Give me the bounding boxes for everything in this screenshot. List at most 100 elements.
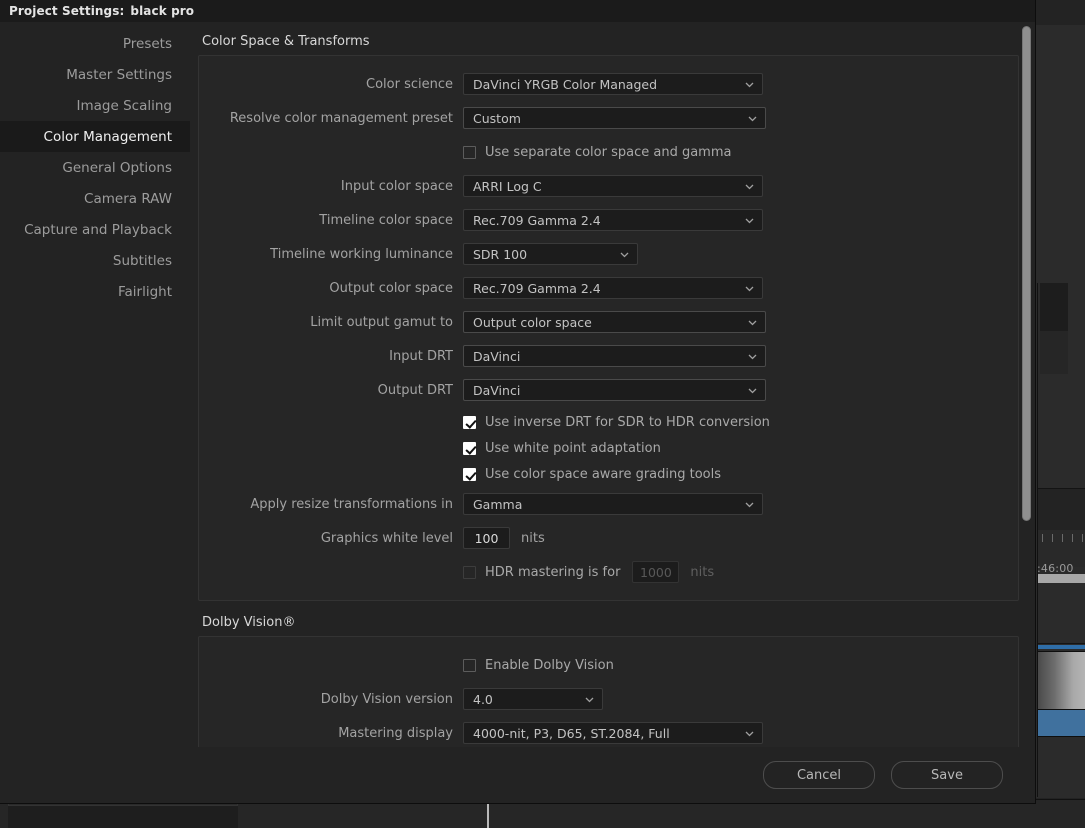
- background-cell-b: [1068, 283, 1085, 332]
- label-output-drt: Output DRT: [377, 382, 453, 398]
- settings-sidebar: Presets Master Settings Image Scaling Co…: [0, 22, 190, 747]
- dropdown-output-color-space[interactable]: Rec.709 Gamma 2.4: [463, 277, 763, 299]
- dropdown-color-science[interactable]: DaVinci YRGB Color Managed: [463, 73, 763, 95]
- sidebar-item-master-settings[interactable]: Master Settings: [0, 59, 190, 90]
- checkbox-use-white-point-adaptation[interactable]: [463, 442, 476, 455]
- chevron-down-icon: [747, 317, 758, 328]
- checkbox-hdr-mastering-is-for[interactable]: [463, 565, 476, 579]
- label-use-inverse-drt: Use inverse DRT for SDR to HDR conversio…: [485, 415, 770, 430]
- section-title-dolby-vision: Dolby Vision®: [202, 615, 296, 630]
- sidebar-item-color-management[interactable]: Color Management: [0, 121, 190, 152]
- unit-graphics-white-level: nits: [521, 530, 545, 546]
- checkbox-use-color-space-aware-grading-tools[interactable]: [463, 468, 476, 481]
- chevron-down-icon: [744, 215, 755, 226]
- sidebar-item-subtitles[interactable]: Subtitles: [0, 245, 190, 276]
- row-cs-aware-grading-tools: Use color space aware grading tools: [199, 462, 1018, 487]
- checkbox-use-separate-color-space-and-gamma[interactable]: [463, 145, 476, 159]
- chevron-down-icon: [744, 181, 755, 192]
- dropdown-limit-output-gamut[interactable]: Output color space: [463, 311, 766, 333]
- dropdown-timeline-color-space-value: Rec.709 Gamma 2.4: [473, 212, 601, 228]
- panel-color-space-transforms: Color science DaVinci YRGB Color Managed…: [198, 55, 1019, 601]
- row-enable-dolby-vision: Enable Dolby Vision: [199, 651, 1018, 679]
- sidebar-item-label: Master Settings: [66, 66, 172, 83]
- dropdown-apply-resize-transformations[interactable]: Gamma: [463, 493, 763, 515]
- label-mastering-display: Mastering display: [338, 725, 453, 741]
- row-input-color-space: Input color space ARRI Log C: [199, 172, 1018, 200]
- timeline-track-lower: [1038, 737, 1085, 797]
- dialog-project-name: black pro: [130, 4, 195, 18]
- dropdown-mastering-display-value: 4000-nit, P3, D65, ST.2084, Full: [473, 725, 670, 741]
- sidebar-item-capture-and-playback[interactable]: Capture and Playback: [0, 214, 190, 245]
- scrollbar-thumb[interactable]: [1022, 26, 1031, 521]
- label-enable-dolby-vision: Enable Dolby Vision: [485, 657, 614, 673]
- sidebar-item-label: General Options: [62, 159, 172, 176]
- sidebar-item-label: Camera RAW: [84, 190, 172, 207]
- row-apply-resize-transformations: Apply resize transformations in Gamma: [199, 490, 1018, 518]
- dropdown-output-color-space-value: Rec.709 Gamma 2.4: [473, 280, 601, 296]
- checkbox-enable-dolby-vision[interactable]: [463, 658, 476, 672]
- sidebar-item-label: Fairlight: [117, 283, 172, 300]
- dropdown-output-drt-value: DaVinci: [473, 382, 521, 398]
- sidebar-item-label: Subtitles: [112, 252, 172, 269]
- sidebar-item-presets[interactable]: Presets: [0, 28, 190, 59]
- settings-scroll-area: Color Space & Transforms Color science D…: [190, 22, 1035, 747]
- timeline-track-upper: [1038, 583, 1085, 644]
- label-rcm-preset: Resolve color management preset: [229, 110, 453, 126]
- chevron-down-icon: [747, 351, 758, 362]
- row-output-color-space: Output color space Rec.709 Gamma 2.4: [199, 274, 1018, 302]
- dialog-footer: Cancel Save: [0, 747, 1035, 803]
- label-input-drt: Input DRT: [389, 348, 453, 364]
- dropdown-input-color-space[interactable]: ARRI Log C: [463, 175, 763, 197]
- row-white-point-adaptation: Use white point adaptation: [199, 436, 1018, 461]
- dropdown-input-drt[interactable]: DaVinci: [463, 345, 766, 367]
- checkbox-use-inverse-drt[interactable]: [463, 416, 476, 429]
- sidebar-item-camera-raw[interactable]: Camera RAW: [0, 183, 190, 214]
- label-output-color-space: Output color space: [329, 280, 453, 296]
- chevron-down-icon: [744, 728, 755, 739]
- dropdown-color-science-value: DaVinci YRGB Color Managed: [473, 76, 658, 92]
- project-settings-dialog: Project Settings: black pro Presets Maste…: [0, 0, 1036, 804]
- dropdown-rcm-preset[interactable]: Custom: [463, 107, 766, 129]
- dropdown-timeline-working-luminance[interactable]: SDR 100: [463, 243, 638, 265]
- dropdown-input-color-space-value: ARRI Log C: [473, 178, 542, 194]
- cancel-button[interactable]: Cancel: [763, 761, 875, 789]
- dropdown-mastering-display[interactable]: 4000-nit, P3, D65, ST.2084, Full: [463, 722, 763, 744]
- background-cell-d: [1068, 331, 1085, 375]
- dropdown-input-drt-value: DaVinci: [473, 348, 521, 364]
- sidebar-item-general-options[interactable]: General Options: [0, 152, 190, 183]
- input-hdr-mastering-nits[interactable]: 1000: [632, 561, 680, 583]
- row-mastering-display: Mastering display 4000-nit, P3, D65, ST.…: [199, 719, 1018, 747]
- chevron-down-icon: [744, 283, 755, 294]
- row-inverse-drt: Use inverse DRT for SDR to HDR conversio…: [199, 410, 1018, 435]
- save-button[interactable]: Save: [891, 761, 1003, 789]
- dropdown-rcm-preset-value: Custom: [473, 110, 521, 126]
- background-panel-lower: [1038, 488, 1085, 532]
- scrollbar-track[interactable]: [1022, 22, 1033, 747]
- sidebar-item-label: Image Scaling: [76, 97, 172, 114]
- label-color-science: Color science: [366, 76, 453, 92]
- label-timeline-color-space: Timeline color space: [319, 212, 453, 228]
- chevron-down-icon: [747, 113, 758, 124]
- input-graphics-white-level[interactable]: 100: [463, 527, 510, 549]
- row-separate-cs-gamma: Use separate color space and gamma: [199, 138, 1018, 166]
- dropdown-timeline-color-space[interactable]: Rec.709 Gamma 2.4: [463, 209, 763, 231]
- sidebar-item-label: Capture and Playback: [24, 221, 172, 238]
- dropdown-dolby-vision-version-value: 4.0: [473, 691, 493, 707]
- row-input-drt: Input DRT DaVinci: [199, 342, 1018, 370]
- row-timeline-color-space: Timeline color space Rec.709 Gamma 2.4: [199, 206, 1018, 234]
- label-dolby-vision-version: Dolby Vision version: [320, 691, 453, 707]
- label-input-color-space: Input color space: [340, 178, 453, 194]
- dropdown-dolby-vision-version[interactable]: 4.0: [463, 688, 603, 710]
- sidebar-item-label: Presets: [122, 35, 172, 52]
- chevron-down-icon: [619, 249, 630, 260]
- row-dolby-vision-version: Dolby Vision version 4.0: [199, 685, 1018, 713]
- dropdown-timeline-working-luminance-value: SDR 100: [473, 246, 528, 262]
- row-rcm-preset: Resolve color management preset Custom: [199, 104, 1018, 132]
- sidebar-item-image-scaling[interactable]: Image Scaling: [0, 90, 190, 121]
- dropdown-apply-resize-transformations-value: Gamma: [473, 496, 523, 512]
- chevron-down-icon: [744, 79, 755, 90]
- dropdown-output-drt[interactable]: DaVinci: [463, 379, 766, 401]
- row-output-drt: Output DRT DaVinci: [199, 376, 1018, 404]
- settings-content: Color Space & Transforms Color science D…: [190, 22, 1035, 747]
- sidebar-item-fairlight[interactable]: Fairlight: [0, 276, 190, 307]
